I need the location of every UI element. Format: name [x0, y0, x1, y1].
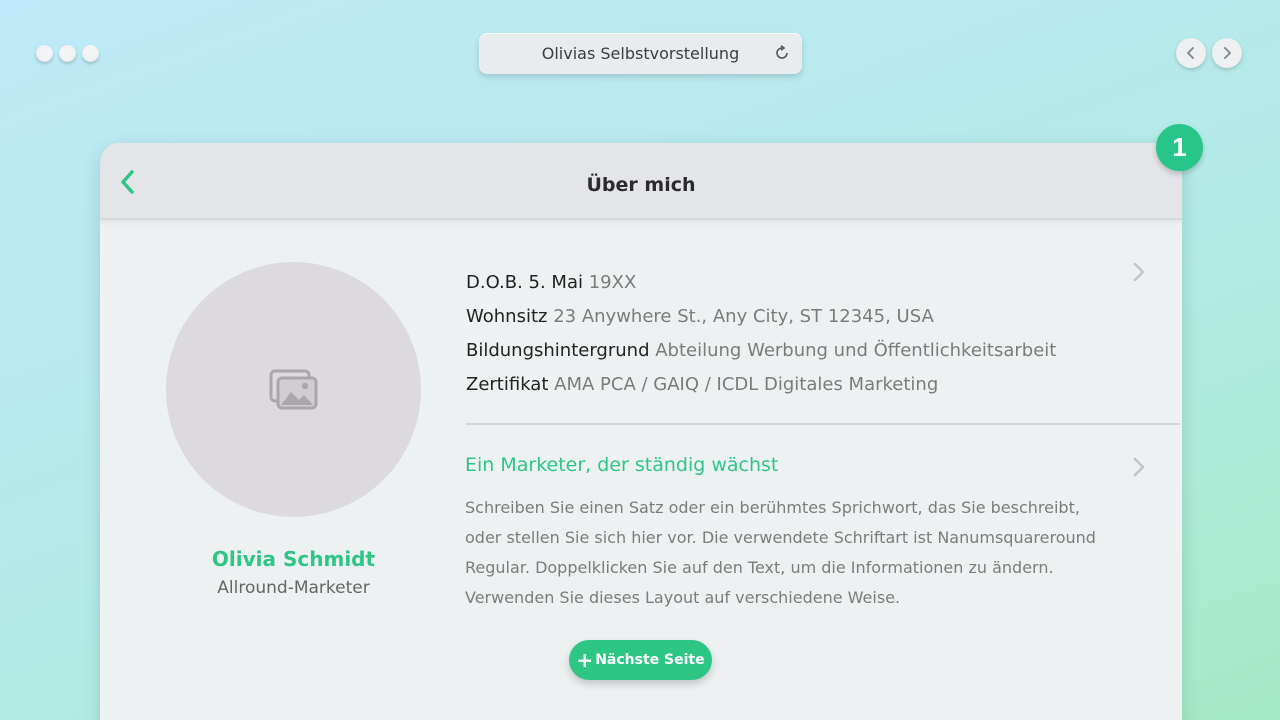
address-bar[interactable]: Olivias Selbstvorstellung: [479, 33, 802, 74]
next-page-button[interactable]: + Nächste Seite: [569, 640, 712, 680]
window-controls: [36, 45, 99, 62]
chevron-right-icon: [1133, 262, 1145, 282]
about-expand-button[interactable]: [1133, 457, 1145, 477]
info-row-residence: Wohnsitz 23 Anywhere St., Any City, ST 1…: [466, 300, 1106, 334]
back-nav-button[interactable]: [1176, 38, 1206, 68]
avatar[interactable]: [166, 262, 421, 517]
info-label: D.O.B. 5. Mai: [466, 272, 583, 293]
info-label: Bildungshintergrund: [466, 340, 650, 361]
window-dot-maximize[interactable]: [82, 45, 99, 62]
profile-name: Olivia Schmidt: [211, 547, 376, 571]
reload-icon[interactable]: [774, 45, 790, 61]
info-row-certificate: Zertifikat AMA PCA / GAIQ / ICDL Digital…: [466, 368, 1106, 402]
forward-nav-button[interactable]: [1212, 38, 1242, 68]
image-placeholder-icon: [269, 369, 317, 409]
chevron-left-icon: [1187, 47, 1194, 59]
next-page-label: Nächste Seite: [595, 652, 705, 668]
info-value: Abteilung Werbung und Öffentlichkeitsarb…: [655, 340, 1057, 361]
info-row-education: Bildungshintergrund Abteilung Werbung un…: [466, 334, 1106, 368]
info-value: 19XX: [588, 272, 637, 293]
info-value: AMA PCA / GAIQ / ICDL Digitales Marketin…: [554, 374, 939, 395]
info-label: Zertifikat: [466, 374, 549, 395]
window-dot-close[interactable]: [36, 45, 53, 62]
card-header: Über mich: [100, 143, 1182, 220]
browser-nav: [1176, 38, 1242, 68]
step-badge: 1: [1156, 124, 1203, 171]
page-title: Über mich: [586, 174, 696, 196]
plus-icon: +: [576, 648, 594, 672]
info-expand-button[interactable]: [1133, 262, 1145, 282]
info-row-dob: D.O.B. 5. Mai 19XX: [466, 266, 1106, 300]
info-list[interactable]: D.O.B. 5. Mai 19XX Wohnsitz 23 Anywhere …: [466, 266, 1106, 402]
profile-role: Allround-Marketer: [217, 578, 370, 598]
section-divider: [466, 423, 1180, 425]
info-label: Wohnsitz: [466, 306, 548, 327]
about-description: Schreiben Sie einen Satz oder ein berühm…: [465, 498, 1096, 607]
window-title: Olivias Selbstvorstellung: [541, 44, 740, 63]
chevron-right-icon: [1133, 457, 1145, 477]
about-tagline: Ein Marketer, der ständig wächst: [465, 454, 779, 476]
window-dot-minimize[interactable]: [59, 45, 76, 62]
chevron-right-icon: [1224, 47, 1231, 59]
info-value: 23 Anywhere St., Any City, ST 12345, USA: [553, 306, 934, 327]
